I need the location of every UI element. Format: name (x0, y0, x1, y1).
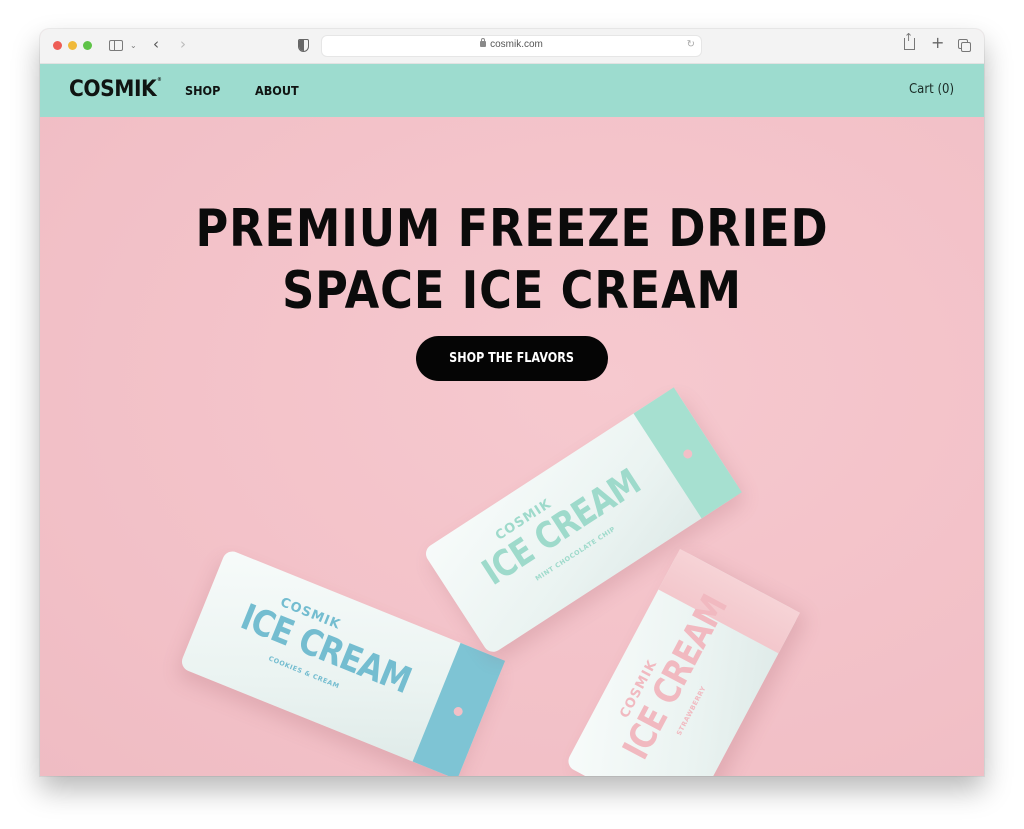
address-bar[interactable]: cosmik.com ↻ (321, 35, 702, 57)
pack-hang-hole (452, 705, 465, 718)
pack-product-name: ICE CREAM (615, 588, 736, 767)
browser-toolbar: ⌄ ‹ › cosmik.com ↻ + (40, 29, 984, 64)
logo-text: COSMIK (69, 77, 157, 102)
pack-band (633, 387, 742, 519)
reload-icon[interactable]: ↻ (687, 39, 695, 50)
nav-link-shop[interactable]: SHOP (185, 83, 220, 98)
url-text: cosmik.com (490, 39, 543, 50)
logo-registered-mark: ® (157, 77, 162, 83)
browser-window: ⌄ ‹ › cosmik.com ↻ + COSMIK® SHOP ABOUT … (40, 29, 984, 776)
pack-band (412, 642, 506, 776)
lock-icon (480, 38, 487, 47)
url-display: cosmik.com (322, 38, 701, 50)
pack-hang-hole (681, 447, 694, 460)
share-icon[interactable] (904, 29, 915, 50)
zoom-window-button[interactable] (83, 41, 92, 50)
hero-section: PREMIUM FREEZE DRIED SPACE ICE CREAM SHO… (40, 117, 984, 776)
plus-icon[interactable]: + (931, 34, 944, 52)
site-header: COSMIK® SHOP ABOUT Cart (0) (40, 64, 984, 117)
shield-icon[interactable] (298, 39, 309, 52)
hero-headline-line-2: SPACE ICE CREAM (282, 261, 742, 321)
site-logo[interactable]: COSMIK® (69, 77, 162, 102)
nav-link-about[interactable]: ABOUT (255, 83, 299, 98)
chevron-left-icon[interactable]: ‹ (153, 35, 159, 53)
close-window-button[interactable] (53, 41, 62, 50)
shop-the-flavors-button[interactable]: SHOP THE FLAVORS (416, 336, 608, 381)
cart-link[interactable]: Cart (0) (909, 82, 954, 97)
chevron-right-icon[interactable]: › (180, 35, 186, 53)
sidebar-icon[interactable] (109, 40, 123, 51)
window-controls (53, 41, 92, 50)
tabs-overview-icon[interactable] (958, 39, 971, 52)
cta-label: SHOP THE FLAVORS (449, 351, 575, 366)
chevron-down-icon[interactable]: ⌄ (130, 37, 137, 55)
hero-headline-line-1: PREMIUM FREEZE DRIED (195, 199, 829, 259)
minimize-window-button[interactable] (68, 41, 77, 50)
